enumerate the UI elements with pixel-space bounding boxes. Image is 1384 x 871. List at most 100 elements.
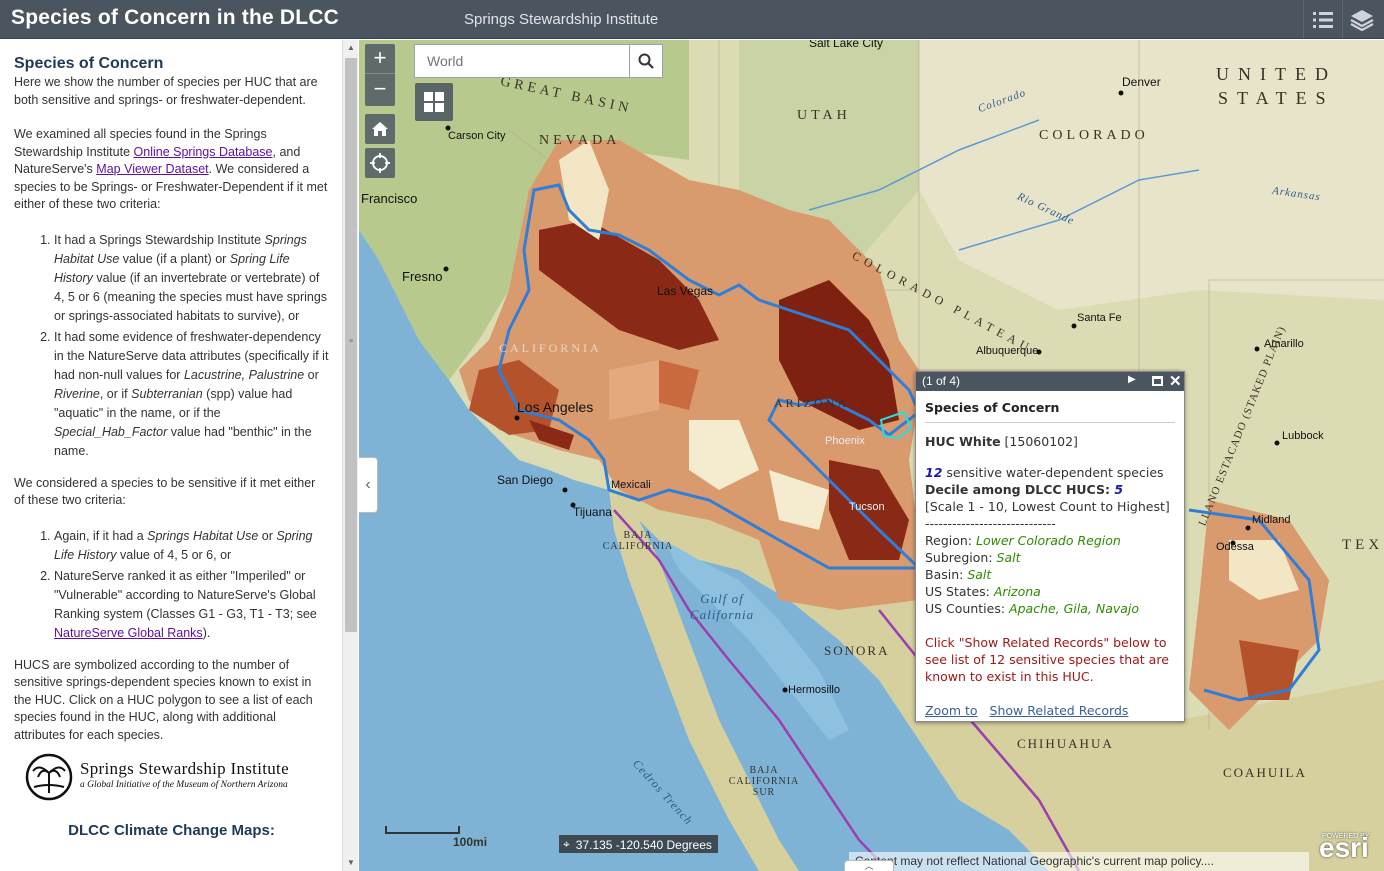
search-input[interactable] xyxy=(415,45,630,77)
sidebar-scrollbar[interactable]: ▲ ≡ ▼ xyxy=(342,40,358,871)
popup-actions: Zoom to Show Related Records xyxy=(925,703,1136,718)
chevron-left-icon: ‹ xyxy=(365,476,371,493)
map-label: NEVADA xyxy=(539,133,621,148)
map-label: Denver xyxy=(1122,75,1161,89)
map-label: TEX xyxy=(1342,537,1384,553)
subregion-line: Subregion: Salt xyxy=(925,550,1021,565)
map-label: CHIHUAHUA xyxy=(1017,736,1114,751)
chevron-up-icon[interactable]: ︿ xyxy=(844,860,894,871)
scale-bar xyxy=(385,826,460,834)
sensitive-criteria-list: Again, if it had a Springs Habitat Use o… xyxy=(54,527,329,643)
climate-maps-heading: DLCC Climate Change Maps: xyxy=(68,822,275,839)
scale-bar-label: 100mi xyxy=(453,835,488,849)
basin-line: Basin: Salt xyxy=(925,567,992,582)
list-item: It had a Springs Stewardship Institute S… xyxy=(54,231,329,326)
collapse-sidebar-button[interactable]: ‹ xyxy=(359,457,378,513)
map-label: Carson City xyxy=(448,130,506,142)
grip-icon: ≡ xyxy=(348,338,354,345)
geocoder-search xyxy=(414,44,663,78)
map-label: Francisco xyxy=(361,191,418,206)
map-label: Tijuana xyxy=(573,505,612,519)
species-count-line: 12 sensitive water-dependent species xyxy=(925,465,1164,480)
map-label: SONORA xyxy=(824,643,890,658)
sidebar-content: Species of Concern Here we show the numb… xyxy=(14,54,329,840)
home-button[interactable] xyxy=(365,114,395,144)
popup-count: (1 of 4) xyxy=(922,374,961,388)
locate-button[interactable] xyxy=(365,148,395,178)
species-count: 12 xyxy=(925,465,943,480)
next-feature-icon[interactable]: ▶ xyxy=(1128,374,1136,385)
map-label: COLORADO xyxy=(1039,128,1149,143)
ssi-spring-icon xyxy=(25,753,73,801)
maximize-icon[interactable] xyxy=(1152,376,1163,386)
map-viewer-dataset-link[interactable]: Map Viewer Dataset xyxy=(96,162,208,176)
list-item: It had some evidence of freshwater-depen… xyxy=(54,328,329,461)
layers-button[interactable] xyxy=(1342,0,1380,39)
home-icon xyxy=(372,122,388,136)
map-label: Odessa xyxy=(1216,541,1254,553)
online-springs-database-link[interactable]: Online Springs Database xyxy=(134,145,273,159)
zoom-to-link[interactable]: Zoom to xyxy=(925,703,978,718)
basemap-gallery-button[interactable] xyxy=(415,83,453,121)
grid-icon xyxy=(424,92,444,112)
hucs-paragraph: HUCS are symbolized according to the num… xyxy=(14,657,313,742)
show-related-records-link[interactable]: Show Related Records xyxy=(990,703,1129,718)
huc-line: HUC White [15060102] xyxy=(925,433,1175,450)
decile-value: 5 xyxy=(1114,482,1124,497)
map-label: Santa Fe xyxy=(1077,312,1122,324)
huc-id: [15060102] xyxy=(1004,434,1078,449)
search-button[interactable] xyxy=(629,45,662,77)
coordinate-readout[interactable]: ⌖ 37.135 -120.540 Degrees xyxy=(559,835,718,853)
popup-title: Species of Concern xyxy=(925,399,1175,423)
layers-icon xyxy=(1349,9,1374,31)
list-icon xyxy=(1312,11,1333,28)
natureserve-global-ranks-link[interactable]: NatureServe Global Ranks xyxy=(54,626,203,640)
info-popup: (1 of 4) ▶ ✕ Species of Concern HUC Whit… xyxy=(915,371,1185,722)
map-label: Lubbock xyxy=(1282,430,1324,442)
decile-line: Decile among DLCC HUCS: 5 xyxy=(925,482,1124,497)
legend-list-button[interactable] xyxy=(1303,0,1341,39)
divider: ----------------------------- xyxy=(925,516,1056,531)
region-line: Region: Lower Colorado Region xyxy=(925,533,1121,548)
counties-line: US Counties: Apache, Gila, Navajo xyxy=(925,601,1140,616)
app-header: Species of Concern in the DLCC Springs S… xyxy=(0,0,1384,39)
sidebar-heading: Species of Concern xyxy=(14,55,164,72)
map-label: Hermosillo xyxy=(788,684,840,696)
map-label: UTAH xyxy=(797,108,851,123)
close-icon[interactable]: ✕ xyxy=(1169,372,1182,390)
popup-instruction: Click "Show Related Records" below to se… xyxy=(925,635,1169,684)
crosshair-icon: ⌖ xyxy=(563,837,570,851)
map-label: San Diego xyxy=(497,473,554,487)
states-line: US States: Arizona xyxy=(925,584,1041,599)
app-title: Species of Concern in the DLCC xyxy=(11,6,340,29)
popup-header: (1 of 4) ▶ ✕ xyxy=(916,372,1184,391)
logo-subtitle: a Global Initiative of the Museum of Nor… xyxy=(80,780,288,790)
map-label: CALIFORNIA xyxy=(499,341,602,355)
map-label: ARIZONA xyxy=(774,396,849,410)
esri-logo[interactable]: esri xyxy=(1319,832,1369,864)
app-subtitle: Springs Stewardship Institute xyxy=(464,11,659,28)
map-label: COAHUILA xyxy=(1223,765,1307,780)
locate-icon xyxy=(370,153,390,173)
scroll-up-arrow-icon[interactable]: ▲ xyxy=(343,40,359,56)
map-label: Gulf of California xyxy=(689,591,755,622)
map-label: Salt Lake City xyxy=(809,40,884,50)
map-label: Los Angeles xyxy=(517,399,594,415)
map-label: UNITED xyxy=(1216,64,1337,84)
coordinate-value: 37.135 -120.540 Degrees xyxy=(575,837,712,852)
map-label: Fresno xyxy=(402,269,443,284)
map-view[interactable]: Salt Lake City Denver UNITED STATES COLO… xyxy=(359,40,1384,871)
map-label: Midland xyxy=(1252,514,1291,526)
scroll-thumb[interactable]: ≡ xyxy=(345,58,357,632)
list-item: NatureServe ranked it as either "Imperil… xyxy=(54,567,329,643)
zoom-out-button[interactable]: − xyxy=(365,75,395,105)
list-item: Again, if it had a Springs Habitat Use o… xyxy=(54,527,329,565)
dependency-criteria-list: It had a Springs Stewardship Institute S… xyxy=(54,231,329,461)
huc-name: HUC White xyxy=(925,434,1001,449)
map-label: Las Vegas xyxy=(657,284,714,298)
map-label: BAJA CALIFORNIA SUR xyxy=(728,765,800,798)
intro-paragraph: Here we show the number of species per H… xyxy=(14,75,318,107)
map-attribution[interactable]: Content may not reflect National Geograp… xyxy=(849,852,1309,871)
zoom-in-button[interactable]: + xyxy=(365,44,395,74)
scroll-down-arrow-icon[interactable]: ▼ xyxy=(343,855,359,871)
